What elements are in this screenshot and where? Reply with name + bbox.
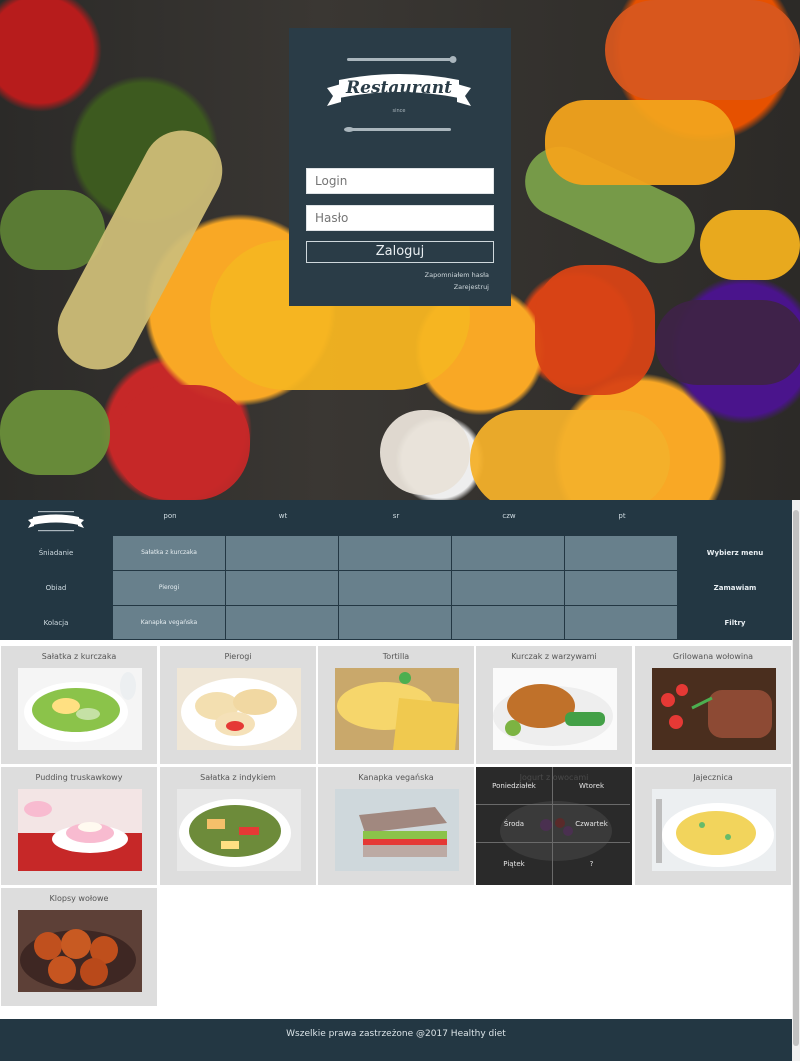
dish-card[interactable]: Pudding truskawkowy [1, 767, 157, 885]
dish-title: Grilowana wołowina [672, 652, 754, 661]
scrambled-eggs-photo-icon [652, 789, 776, 871]
dish-card[interactable]: Kanapka vegańska [318, 767, 474, 885]
eggplant-shape [655, 300, 800, 385]
day-option-friday[interactable]: Piątek [476, 843, 553, 885]
dish-title: Klopsy wołowe [49, 894, 109, 903]
day-option-wednesday[interactable]: Środa [476, 805, 553, 843]
dish-card[interactable]: Sałatka z indykiem [160, 767, 316, 885]
dish-card[interactable]: Pierogi [160, 646, 316, 764]
tortilla-photo-icon [335, 668, 459, 750]
day-option-monday[interactable]: Poniedziałek [476, 767, 553, 805]
dish-card[interactable]: Klopsy wołowe [1, 888, 157, 1006]
dish-title: Pierogi [224, 652, 252, 661]
pumpkin-shape [605, 0, 800, 100]
pepper-shape [535, 265, 655, 395]
turkey-salad-photo-icon [177, 789, 301, 871]
password-input[interactable] [306, 205, 494, 231]
dish-card[interactable]: Jajecznica [635, 767, 791, 885]
login-input[interactable] [306, 168, 494, 194]
copyright-text: Wszelkie prawa zastrzeżone @2017 Healthy… [286, 1029, 506, 1039]
restaurant-logo: Restaurant since [327, 56, 471, 132]
menu-cell[interactable] [339, 571, 452, 606]
weekly-menu-bar: pon wt sr czw pt Śniadanie Obiad Kolacja… [0, 500, 792, 640]
dish-title: Tortilla [382, 652, 410, 661]
login-button[interactable]: Zaloguj [306, 241, 494, 263]
order-button[interactable]: Zamawiam [678, 584, 792, 592]
dish-title: Jajecznica [693, 773, 733, 782]
meal-label-dinner: Kolacja [43, 619, 69, 627]
meal-label-lunch: Obiad [45, 584, 67, 592]
page-scrollbar[interactable] [792, 500, 800, 1061]
day-header-thu: czw [502, 512, 516, 520]
day-option-thursday[interactable]: Czwartek [553, 805, 630, 843]
pepper-shape [115, 385, 250, 500]
day-header-tue: wt [278, 512, 288, 520]
menu-cell[interactable] [226, 536, 339, 571]
dish-card[interactable]: Grilowana wołowina [635, 646, 791, 764]
squash-shape [545, 100, 735, 185]
dish-title: Kurczak z warzywami [511, 652, 597, 661]
menu-cell[interactable] [226, 606, 339, 640]
menu-cell[interactable]: Kanapka vegańska [113, 606, 226, 640]
menu-cell[interactable] [565, 606, 678, 640]
dish-title: Sałatka z indykiem [200, 773, 276, 782]
pudding-photo-icon [18, 789, 142, 871]
dish-title: Pudding truskawkowy [35, 773, 123, 782]
scrollbar-thumb[interactable] [793, 510, 799, 1046]
meatballs-photo-icon [18, 910, 142, 992]
pierogi-photo-icon [177, 668, 301, 750]
menu-cell[interactable]: Sałatka z kurczaka [113, 536, 226, 571]
menu-cell[interactable] [452, 536, 565, 571]
dish-card[interactable]: Sałatka z kurczaka [1, 646, 157, 764]
sandwich-photo-icon [335, 789, 459, 871]
day-option-tuesday[interactable]: Wtorek [553, 767, 630, 805]
menu-cell[interactable] [339, 536, 452, 571]
small-restaurant-logo[interactable] [26, 508, 86, 534]
dish-card[interactable]: Tortilla [318, 646, 474, 764]
day-picker-card: Jogurt z owocami Poniedziałek Wtorek Śro… [476, 767, 632, 885]
filters-button[interactable]: Filtry [678, 619, 792, 627]
register-link[interactable]: Zarejestruj [454, 283, 489, 291]
menu-cell[interactable] [452, 606, 565, 640]
page-footer: Wszelkie prawa zastrzeżone @2017 Healthy… [0, 1019, 792, 1061]
squash-shape [700, 210, 800, 280]
salad-photo-icon [18, 668, 142, 750]
menu-cell[interactable] [226, 571, 339, 606]
dish-title: Kanapka vegańska [358, 773, 434, 782]
brand-text: Restaurant [345, 78, 452, 98]
brand-subtext: since [393, 108, 406, 114]
menu-cell[interactable] [452, 571, 565, 606]
choose-menu-button[interactable]: Wybierz menu [678, 549, 792, 557]
login-panel: Restaurant since Zaloguj Zapomniałem has… [289, 28, 511, 306]
dish-title: Sałatka z kurczaka [41, 652, 117, 661]
squash-shape [470, 410, 670, 500]
meal-label-breakfast: Śniadanie [38, 549, 74, 557]
day-header-fri: pt [618, 512, 626, 520]
day-option-unknown[interactable]: ? [553, 843, 630, 885]
menu-cell[interactable] [565, 571, 678, 606]
forgot-password-link[interactable]: Zapomniałem hasła [425, 271, 489, 279]
beef-photo-icon [652, 668, 776, 750]
dish-card[interactable]: Kurczak z warzywami [476, 646, 632, 764]
hero-background: Restaurant since Zaloguj Zapomniałem has… [0, 0, 800, 500]
chicken-photo-icon [493, 668, 617, 750]
garlic-shape [380, 410, 470, 495]
menu-cell[interactable]: Pierogi [113, 571, 226, 606]
menu-cell[interactable] [339, 606, 452, 640]
menu-cell[interactable] [565, 536, 678, 571]
zucchini-shape [0, 390, 110, 475]
day-header-mon: pon [163, 512, 177, 520]
day-header-wed: sr [392, 512, 400, 520]
